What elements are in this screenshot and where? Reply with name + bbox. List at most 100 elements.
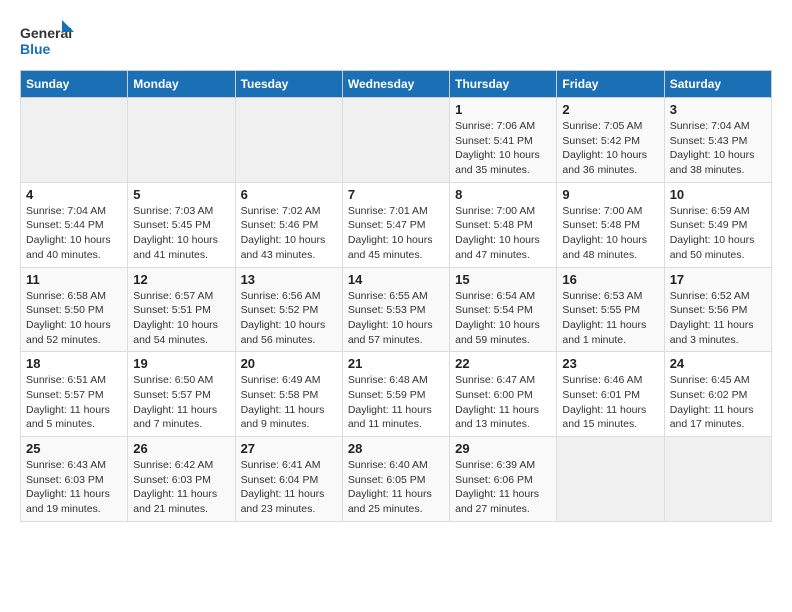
calendar-cell bbox=[664, 437, 771, 522]
day-number: 15 bbox=[455, 272, 551, 287]
calendar-cell bbox=[21, 98, 128, 183]
calendar-cell: 24 Sunrise: 6:45 AM Sunset: 6:02 PM Dayli… bbox=[664, 352, 771, 437]
day-info: Sunrise: 6:50 AM Sunset: 5:57 PM Dayligh… bbox=[133, 373, 229, 432]
day-info: Sunrise: 6:40 AM Sunset: 6:05 PM Dayligh… bbox=[348, 458, 444, 517]
calendar-cell: 27 Sunrise: 6:41 AM Sunset: 6:04 PM Dayli… bbox=[235, 437, 342, 522]
week-row-4: 18 Sunrise: 6:51 AM Sunset: 5:57 PM Dayli… bbox=[21, 352, 772, 437]
calendar-cell: 25Sunrise: 6:43 AM Sunset: 6:03 PM Dayli… bbox=[21, 437, 128, 522]
calendar-cell: 14 Sunrise: 6:55 AM Sunset: 5:53 PM Dayli… bbox=[342, 267, 449, 352]
calendar-cell: 7 Sunrise: 7:01 AM Sunset: 5:47 PM Daylig… bbox=[342, 182, 449, 267]
day-number: 8 bbox=[455, 187, 551, 202]
calendar-cell: 4 Sunrise: 7:04 AM Sunset: 5:44 PM Daylig… bbox=[21, 182, 128, 267]
header-day-friday: Friday bbox=[557, 71, 664, 98]
day-info: Sunrise: 7:01 AM Sunset: 5:47 PM Dayligh… bbox=[348, 204, 444, 263]
calendar-cell: 16Sunrise: 6:53 AM Sunset: 5:55 PM Dayli… bbox=[557, 267, 664, 352]
header-day-tuesday: Tuesday bbox=[235, 71, 342, 98]
calendar-cell: 10 Sunrise: 6:59 AM Sunset: 5:49 PM Dayli… bbox=[664, 182, 771, 267]
day-number: 22 bbox=[455, 356, 551, 371]
svg-text:Blue: Blue bbox=[20, 41, 51, 57]
calendar-cell bbox=[342, 98, 449, 183]
day-number: 21 bbox=[348, 356, 444, 371]
day-number: 7 bbox=[348, 187, 444, 202]
header-day-sunday: Sunday bbox=[21, 71, 128, 98]
calendar-cell: 2Sunrise: 7:05 AM Sunset: 5:42 PM Daylig… bbox=[557, 98, 664, 183]
calendar-cell: 26 Sunrise: 6:42 AM Sunset: 6:03 PM Dayli… bbox=[128, 437, 235, 522]
header-row: SundayMondayTuesdayWednesdayThursdayFrid… bbox=[21, 71, 772, 98]
day-number: 20 bbox=[241, 356, 337, 371]
day-info: Sunrise: 6:49 AM Sunset: 5:58 PM Dayligh… bbox=[241, 373, 337, 432]
day-number: 25 bbox=[26, 441, 122, 456]
day-number: 9 bbox=[562, 187, 658, 202]
day-number: 23 bbox=[562, 356, 658, 371]
day-info: Sunrise: 6:58 AM Sunset: 5:50 PM Dayligh… bbox=[26, 289, 122, 348]
calendar-cell: 8 Sunrise: 7:00 AM Sunset: 5:48 PM Daylig… bbox=[450, 182, 557, 267]
header-day-monday: Monday bbox=[128, 71, 235, 98]
day-number: 5 bbox=[133, 187, 229, 202]
day-number: 19 bbox=[133, 356, 229, 371]
calendar-cell bbox=[128, 98, 235, 183]
day-info: Sunrise: 7:06 AM Sunset: 5:41 PM Dayligh… bbox=[455, 119, 551, 178]
calendar-cell: 28 Sunrise: 6:40 AM Sunset: 6:05 PM Dayli… bbox=[342, 437, 449, 522]
header-day-thursday: Thursday bbox=[450, 71, 557, 98]
calendar-cell: 20 Sunrise: 6:49 AM Sunset: 5:58 PM Dayli… bbox=[235, 352, 342, 437]
day-info: Sunrise: 6:55 AM Sunset: 5:53 PM Dayligh… bbox=[348, 289, 444, 348]
week-row-3: 11 Sunrise: 6:58 AM Sunset: 5:50 PM Dayli… bbox=[21, 267, 772, 352]
day-info: Sunrise: 7:00 AM Sunset: 5:48 PM Dayligh… bbox=[562, 204, 658, 263]
day-number: 27 bbox=[241, 441, 337, 456]
day-info: Sunrise: 6:41 AM Sunset: 6:04 PM Dayligh… bbox=[241, 458, 337, 517]
calendar-cell: 19 Sunrise: 6:50 AM Sunset: 5:57 PM Dayli… bbox=[128, 352, 235, 437]
day-info: Sunrise: 6:48 AM Sunset: 5:59 PM Dayligh… bbox=[348, 373, 444, 432]
calendar-cell bbox=[235, 98, 342, 183]
day-info: Sunrise: 7:00 AM Sunset: 5:48 PM Dayligh… bbox=[455, 204, 551, 263]
day-number: 11 bbox=[26, 272, 122, 287]
calendar-cell bbox=[557, 437, 664, 522]
day-number: 26 bbox=[133, 441, 229, 456]
calendar-cell: 5 Sunrise: 7:03 AM Sunset: 5:45 PM Daylig… bbox=[128, 182, 235, 267]
calendar-cell: 3 Sunrise: 7:04 AM Sunset: 5:43 PM Daylig… bbox=[664, 98, 771, 183]
day-number: 14 bbox=[348, 272, 444, 287]
day-info: Sunrise: 6:52 AM Sunset: 5:56 PM Dayligh… bbox=[670, 289, 766, 348]
day-number: 16 bbox=[562, 272, 658, 287]
day-info: Sunrise: 7:04 AM Sunset: 5:43 PM Dayligh… bbox=[670, 119, 766, 178]
day-number: 1 bbox=[455, 102, 551, 117]
calendar-cell: 12 Sunrise: 6:57 AM Sunset: 5:51 PM Dayli… bbox=[128, 267, 235, 352]
day-number: 6 bbox=[241, 187, 337, 202]
day-number: 24 bbox=[670, 356, 766, 371]
day-info: Sunrise: 6:51 AM Sunset: 5:57 PM Dayligh… bbox=[26, 373, 122, 432]
day-number: 18 bbox=[26, 356, 122, 371]
calendar-cell: 6Sunrise: 7:02 AM Sunset: 5:46 PM Daylig… bbox=[235, 182, 342, 267]
calendar-cell: 9 Sunrise: 7:00 AM Sunset: 5:48 PM Daylig… bbox=[557, 182, 664, 267]
calendar-cell: 18 Sunrise: 6:51 AM Sunset: 5:57 PM Dayli… bbox=[21, 352, 128, 437]
day-number: 28 bbox=[348, 441, 444, 456]
day-number: 29 bbox=[455, 441, 551, 456]
calendar-cell: 29Sunrise: 6:39 AM Sunset: 6:06 PM Dayli… bbox=[450, 437, 557, 522]
logo: GeneralBlue bbox=[20, 20, 75, 60]
day-number: 12 bbox=[133, 272, 229, 287]
header-day-wednesday: Wednesday bbox=[342, 71, 449, 98]
day-info: Sunrise: 6:42 AM Sunset: 6:03 PM Dayligh… bbox=[133, 458, 229, 517]
calendar-cell: 21 Sunrise: 6:48 AM Sunset: 5:59 PM Dayli… bbox=[342, 352, 449, 437]
day-info: Sunrise: 6:46 AM Sunset: 6:01 PM Dayligh… bbox=[562, 373, 658, 432]
calendar-cell: 13Sunrise: 6:56 AM Sunset: 5:52 PM Dayli… bbox=[235, 267, 342, 352]
day-number: 3 bbox=[670, 102, 766, 117]
day-number: 17 bbox=[670, 272, 766, 287]
calendar-cell: 23 Sunrise: 6:46 AM Sunset: 6:01 PM Dayli… bbox=[557, 352, 664, 437]
day-number: 10 bbox=[670, 187, 766, 202]
day-number: 4 bbox=[26, 187, 122, 202]
calendar-table: SundayMondayTuesdayWednesdayThursdayFrid… bbox=[20, 70, 772, 522]
week-row-2: 4 Sunrise: 7:04 AM Sunset: 5:44 PM Daylig… bbox=[21, 182, 772, 267]
day-info: Sunrise: 6:57 AM Sunset: 5:51 PM Dayligh… bbox=[133, 289, 229, 348]
day-info: Sunrise: 7:04 AM Sunset: 5:44 PM Dayligh… bbox=[26, 204, 122, 263]
day-info: Sunrise: 6:47 AM Sunset: 6:00 PM Dayligh… bbox=[455, 373, 551, 432]
header-day-saturday: Saturday bbox=[664, 71, 771, 98]
day-info: Sunrise: 7:03 AM Sunset: 5:45 PM Dayligh… bbox=[133, 204, 229, 263]
calendar-cell: 17 Sunrise: 6:52 AM Sunset: 5:56 PM Dayli… bbox=[664, 267, 771, 352]
day-info: Sunrise: 6:56 AM Sunset: 5:52 PM Dayligh… bbox=[241, 289, 337, 348]
day-info: Sunrise: 6:59 AM Sunset: 5:49 PM Dayligh… bbox=[670, 204, 766, 263]
day-number: 2 bbox=[562, 102, 658, 117]
week-row-5: 25Sunrise: 6:43 AM Sunset: 6:03 PM Dayli… bbox=[21, 437, 772, 522]
page-header: GeneralBlue bbox=[20, 20, 772, 60]
calendar-cell: 22 Sunrise: 6:47 AM Sunset: 6:00 PM Dayli… bbox=[450, 352, 557, 437]
calendar-cell: 15Sunrise: 6:54 AM Sunset: 5:54 PM Dayli… bbox=[450, 267, 557, 352]
day-info: Sunrise: 6:45 AM Sunset: 6:02 PM Dayligh… bbox=[670, 373, 766, 432]
